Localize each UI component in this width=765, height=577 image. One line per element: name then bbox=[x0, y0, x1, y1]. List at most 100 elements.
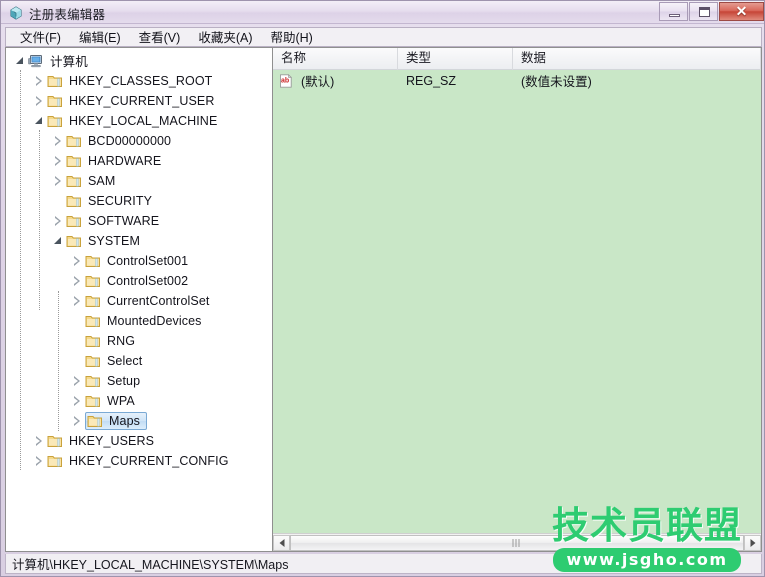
menu-help[interactable]: 帮助(H) bbox=[263, 26, 319, 48]
tree-item-security[interactable]: SECURITY bbox=[6, 191, 272, 211]
tree-item-selected: Maps bbox=[85, 412, 147, 430]
tree-item-label: ControlSet002 bbox=[105, 273, 191, 290]
tree-item-mounteddevices[interactable]: MountedDevices bbox=[6, 311, 272, 331]
tree-item-label: MountedDevices bbox=[105, 313, 205, 330]
chevron-right-icon bbox=[74, 376, 80, 386]
registry-editor-icon bbox=[8, 5, 24, 21]
tree-leaf-spacer bbox=[71, 351, 85, 371]
ab-string-icon: ab bbox=[279, 74, 295, 88]
tree-item-content: MountedDevices bbox=[85, 313, 205, 330]
tree-item-wpa[interactable]: WPA bbox=[6, 391, 272, 411]
tree-item-label: WPA bbox=[105, 393, 138, 410]
column-header-data[interactable]: 数据 bbox=[513, 48, 761, 70]
expand-arrow-icon[interactable] bbox=[71, 391, 85, 411]
tree-item-bcd00000000[interactable]: BCD00000000 bbox=[6, 131, 272, 151]
tree-guide-line bbox=[39, 130, 41, 310]
tree-item-hkey-local-machine[interactable]: HKEY_LOCAL_MACHINE bbox=[6, 111, 272, 131]
tree-item-rng[interactable]: RNG bbox=[6, 331, 272, 351]
scroll-left-arrow[interactable] bbox=[273, 535, 290, 551]
tree-item-content: SYSTEM bbox=[66, 233, 143, 250]
tree-item-content: SAM bbox=[66, 173, 118, 190]
scroll-right-arrow[interactable] bbox=[744, 535, 761, 551]
registry-tree-pane[interactable]: 计算机HKEY_CLASSES_ROOTHKEY_CURRENT_USERHKE… bbox=[5, 47, 272, 552]
collapse-arrow-icon[interactable] bbox=[33, 111, 47, 131]
chevron-down-icon bbox=[16, 57, 23, 64]
menu-favorites[interactable]: 收藏夹(A) bbox=[191, 26, 259, 48]
scrollbar-thumb[interactable] bbox=[290, 535, 744, 551]
close-button[interactable]: ✕ bbox=[719, 2, 764, 21]
tree-item-hkey-users[interactable]: HKEY_USERS bbox=[6, 431, 272, 451]
value-name: (默认) bbox=[299, 71, 398, 90]
expand-arrow-icon[interactable] bbox=[71, 251, 85, 271]
folder-icon bbox=[85, 334, 101, 348]
tree-item-sam[interactable]: SAM bbox=[6, 171, 272, 191]
scrollbar-grip-icon bbox=[513, 539, 522, 547]
expand-arrow-icon[interactable] bbox=[33, 451, 47, 471]
expand-arrow-icon[interactable] bbox=[52, 131, 66, 151]
tree-item-controlset001[interactable]: ControlSet001 bbox=[6, 251, 272, 271]
expand-arrow-icon[interactable] bbox=[33, 431, 47, 451]
tree-item-label: RNG bbox=[105, 333, 138, 350]
maximize-button[interactable] bbox=[689, 2, 718, 21]
tree-item-label: HARDWARE bbox=[86, 153, 164, 170]
tree-item-currentcontrolset[interactable]: CurrentControlSet bbox=[6, 291, 272, 311]
expand-arrow-icon[interactable] bbox=[71, 271, 85, 291]
tree-item-label: SOFTWARE bbox=[86, 213, 162, 230]
registry-values-pane[interactable]: 名称类型数据 ab(默认)REG_SZ(数值未设置) bbox=[272, 47, 762, 552]
folder-icon bbox=[87, 414, 103, 428]
expand-arrow-icon[interactable] bbox=[71, 291, 85, 311]
collapse-arrow-icon[interactable] bbox=[14, 51, 28, 71]
tree-item-hkey-current-config[interactable]: HKEY_CURRENT_CONFIG bbox=[6, 451, 272, 471]
expand-arrow-icon[interactable] bbox=[33, 91, 47, 111]
tree-item-setup[interactable]: Setup bbox=[6, 371, 272, 391]
status-path: 计算机\HKEY_LOCAL_MACHINE\SYSTEM\Maps bbox=[12, 554, 288, 573]
tree-item-system[interactable]: SYSTEM bbox=[6, 231, 272, 251]
tree-item-maps[interactable]: Maps bbox=[6, 411, 272, 431]
tree-item-content: 计算机 bbox=[28, 50, 91, 72]
menu-view[interactable]: 查看(V) bbox=[132, 26, 188, 48]
menu-file[interactable]: 文件(F) bbox=[13, 26, 68, 48]
column-header-name[interactable]: 名称 bbox=[273, 48, 398, 70]
tree-item-hardware[interactable]: HARDWARE bbox=[6, 151, 272, 171]
registry-editor-window: 注册表编辑器 ✕ 文件(F)编辑(E)查看(V)收藏夹(A)帮助(H) 计算机H… bbox=[0, 0, 765, 577]
expand-arrow-icon[interactable] bbox=[52, 171, 66, 191]
tree-item-content: CurrentControlSet bbox=[85, 293, 212, 310]
tree-item--[interactable]: 计算机 bbox=[6, 51, 272, 71]
horizontal-scrollbar[interactable] bbox=[273, 533, 761, 551]
folder-icon bbox=[66, 234, 82, 248]
folder-icon bbox=[47, 114, 63, 128]
folder-icon bbox=[85, 294, 101, 308]
expand-arrow-icon[interactable] bbox=[52, 211, 66, 231]
column-header-type[interactable]: 类型 bbox=[398, 48, 513, 70]
menu-edit[interactable]: 编辑(E) bbox=[72, 26, 128, 48]
maximize-icon bbox=[699, 7, 710, 17]
tree-item-select[interactable]: Select bbox=[6, 351, 272, 371]
expand-arrow-icon[interactable] bbox=[33, 71, 47, 91]
tree-item-label: SECURITY bbox=[86, 193, 155, 210]
computer-icon bbox=[28, 54, 44, 68]
values-list-body[interactable]: ab(默认)REG_SZ(数值未设置) bbox=[273, 70, 761, 532]
chevron-right-icon bbox=[55, 176, 61, 186]
expand-arrow-icon[interactable] bbox=[71, 371, 85, 391]
folder-icon bbox=[85, 394, 101, 408]
expand-arrow-icon[interactable] bbox=[71, 411, 85, 431]
value-row[interactable]: ab(默认)REG_SZ(数值未设置) bbox=[273, 70, 761, 91]
expand-arrow-icon[interactable] bbox=[52, 151, 66, 171]
folder-icon bbox=[66, 134, 82, 148]
tree-item-hkey-current-user[interactable]: HKEY_CURRENT_USER bbox=[6, 91, 272, 111]
chevron-right-icon bbox=[55, 136, 61, 146]
folder-icon bbox=[66, 214, 82, 228]
tree-item-label: ControlSet001 bbox=[105, 253, 191, 270]
folder-icon bbox=[85, 354, 101, 368]
collapse-arrow-icon[interactable] bbox=[52, 231, 66, 251]
folder-icon bbox=[66, 154, 82, 168]
tree-item-controlset002[interactable]: ControlSet002 bbox=[6, 271, 272, 291]
arrow-left-icon bbox=[279, 539, 284, 547]
folder-icon bbox=[85, 374, 101, 388]
tree-item-content: SECURITY bbox=[66, 193, 155, 210]
minimize-button[interactable] bbox=[659, 2, 688, 21]
tree-item-content: ControlSet002 bbox=[85, 273, 191, 290]
tree-item-software[interactable]: SOFTWARE bbox=[6, 211, 272, 231]
chevron-right-icon bbox=[36, 96, 42, 106]
tree-item-hkey-classes-root[interactable]: HKEY_CLASSES_ROOT bbox=[6, 71, 272, 91]
